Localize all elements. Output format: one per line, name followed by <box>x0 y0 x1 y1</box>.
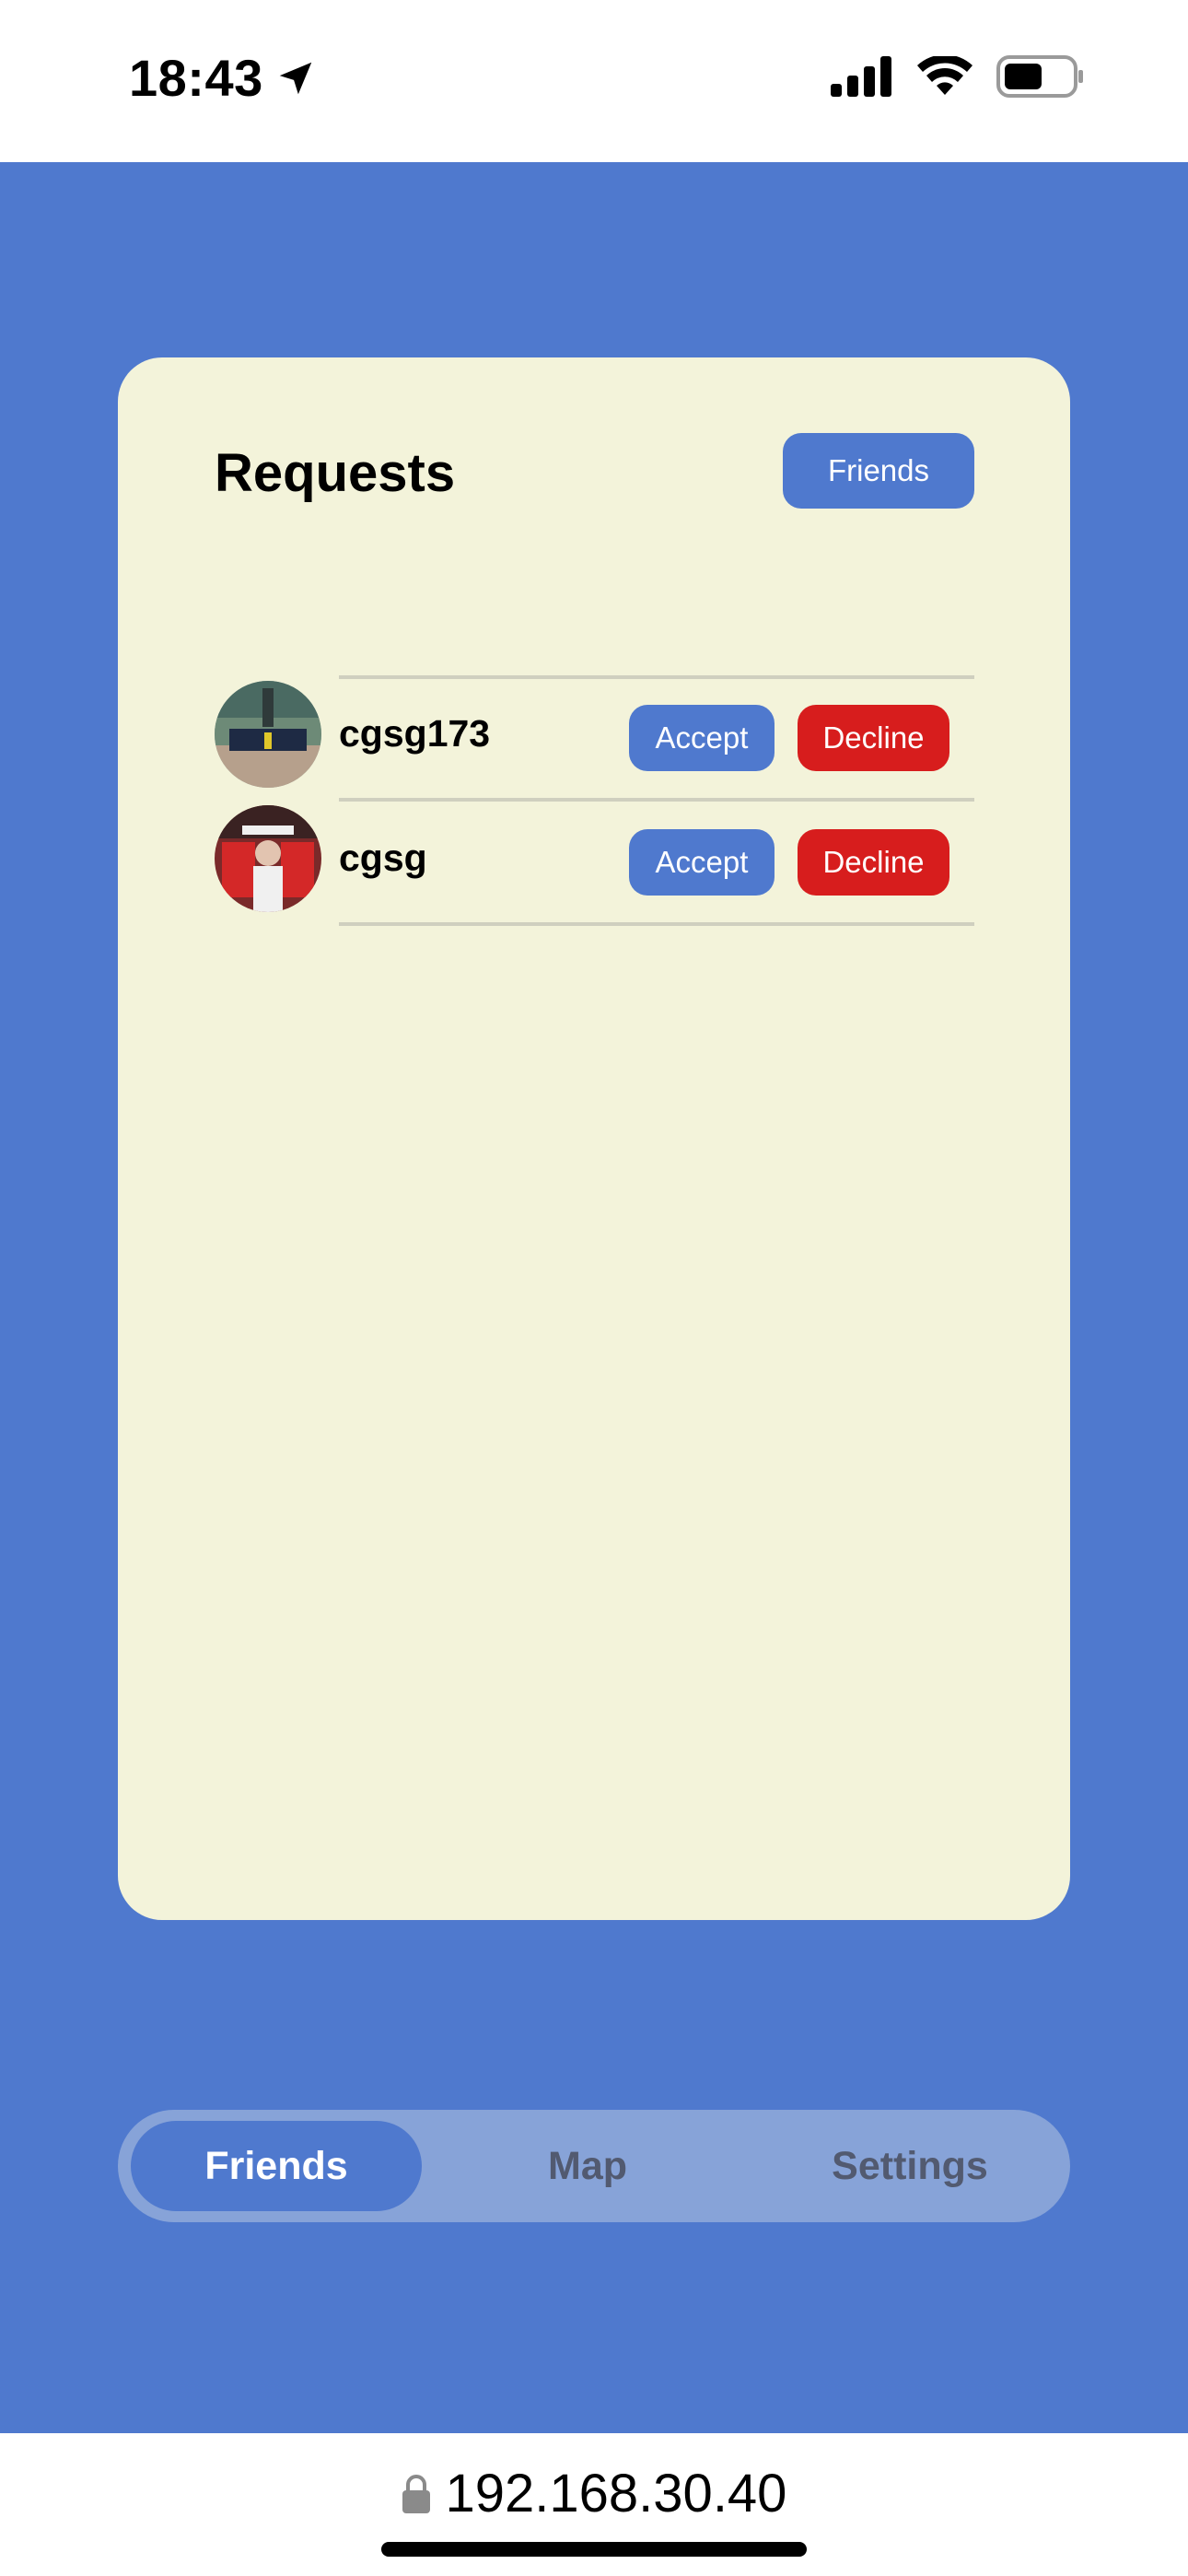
username: cgsg173 <box>339 712 491 755</box>
accept-button[interactable]: Accept <box>629 705 775 771</box>
list-item: cgsg173 Accept Decline <box>215 677 974 802</box>
tab-settings[interactable]: Settings <box>763 2121 1057 2211</box>
status-time: 18:43 <box>129 48 317 108</box>
app-background: Requests Friends cgsg173 Accept Decline … <box>0 162 1188 2433</box>
status-icons <box>831 55 1085 98</box>
tab-map[interactable]: Map <box>449 2121 726 2211</box>
avatar-image <box>215 805 321 912</box>
cellular-signal-icon <box>831 56 891 97</box>
divider <box>339 922 974 926</box>
address-field[interactable]: 192.168.30.40 <box>0 2463 1188 2524</box>
tab-friends[interactable]: Friends <box>131 2121 422 2211</box>
username: cgsg <box>339 837 427 879</box>
location-arrow-icon <box>279 62 311 94</box>
battery-icon <box>996 55 1083 98</box>
decline-button[interactable]: Decline <box>798 705 949 771</box>
list-item: cgsg Accept Decline <box>215 802 974 926</box>
url-bar: 192.168.30.40 <box>0 2433 1188 2576</box>
url-text: 192.168.30.40 <box>445 2464 787 2523</box>
home-indicator <box>381 2542 807 2557</box>
accept-button[interactable]: Accept <box>629 829 775 896</box>
wifi-icon <box>917 56 973 95</box>
lock-icon <box>402 2474 430 2513</box>
avatar-image <box>215 681 321 788</box>
status-bar: 18:43 <box>0 0 1188 162</box>
page-title: Requests <box>215 443 456 503</box>
friends-button[interactable]: Friends <box>783 433 974 509</box>
clock-text: 18:43 <box>129 49 263 107</box>
requests-card: Requests Friends cgsg173 Accept Decline … <box>118 357 1070 1920</box>
avatar[interactable] <box>215 681 321 788</box>
avatar[interactable] <box>215 805 321 912</box>
tab-bar: Friends Map Settings <box>118 2110 1070 2222</box>
decline-button[interactable]: Decline <box>798 829 949 896</box>
